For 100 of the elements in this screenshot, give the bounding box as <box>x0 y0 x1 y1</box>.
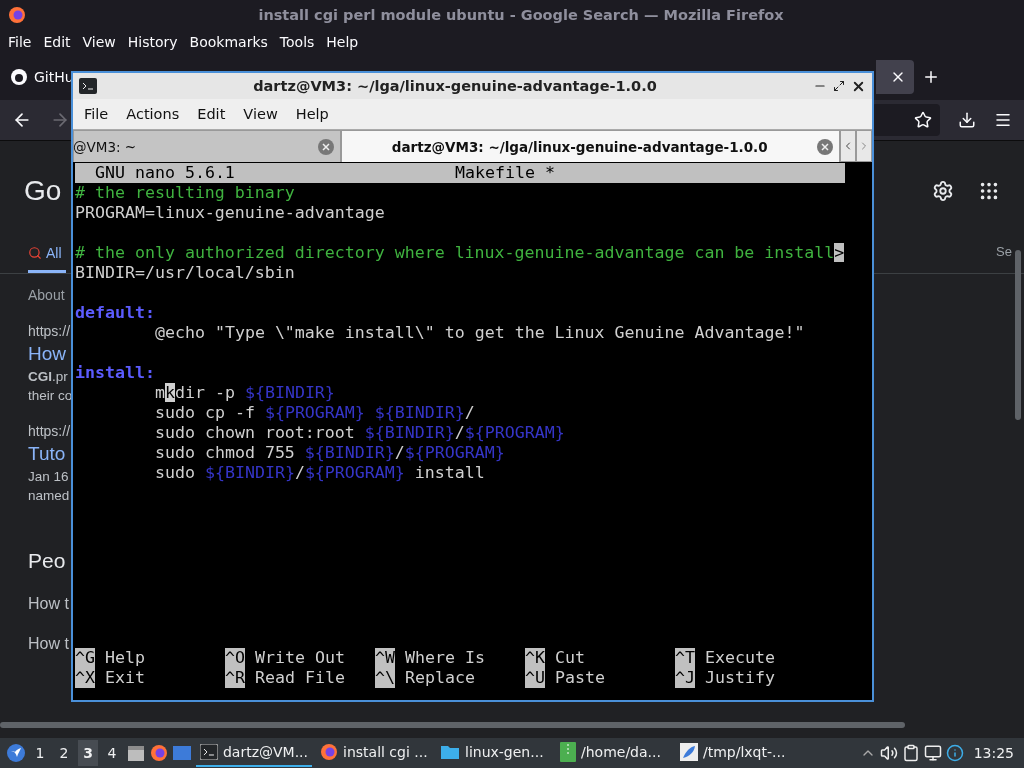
task-button[interactable]: linux-gen... <box>436 739 552 767</box>
shortcut-key: ^X <box>75 668 95 688</box>
menu-item[interactable]: View <box>234 106 287 122</box>
shortcut-label: Paste <box>555 668 605 688</box>
file-name: Makefile * <box>455 163 555 183</box>
result-url: https:// <box>28 323 71 339</box>
shortcut-label: Write Out <box>255 648 345 668</box>
archive-icon <box>560 742 576 762</box>
code-line: sudo chmod 755 ${BINDIR}/${PROGRAM} <box>154 443 505 463</box>
shortcut-key: ^R <box>225 668 245 688</box>
result-snippet: CGI.pr <box>28 369 68 384</box>
firefox-icon <box>320 743 338 761</box>
window-icon[interactable] <box>172 744 192 762</box>
result-snippet: Jan 16 <box>28 469 69 484</box>
logo: Go <box>24 175 62 207</box>
star-icon[interactable] <box>914 111 932 129</box>
menu-item[interactable]: History <box>121 34 184 50</box>
url-field[interactable] <box>872 104 940 136</box>
shortcut-label: Execute <box>705 648 775 668</box>
task-button[interactable]: dartz@VM... <box>196 739 312 767</box>
code-line: sudo cp -f ${PROGRAM} ${BINDIR}/ <box>154 403 475 423</box>
task-button[interactable]: /tmp/lxqt-... <box>676 739 792 767</box>
shortcut-key: ^J <box>675 668 695 688</box>
folder-icon <box>440 744 460 760</box>
code-line: @echo "Type \"make install\" to get the Linux Genuine Advantage!" <box>154 323 805 343</box>
task-button[interactable]: /home/da... <box>556 739 672 767</box>
result-meta: About <box>28 287 65 303</box>
workspace-button[interactable]: 1 <box>30 740 50 766</box>
code-line: install: <box>75 363 155 383</box>
menu-item[interactable]: Edit <box>37 34 77 50</box>
terminal-icon <box>79 78 97 94</box>
shortcut-key: ^G <box>75 648 95 668</box>
shortcut-label: Replace <box>405 668 475 688</box>
new-tab-icon[interactable] <box>922 68 940 86</box>
result-question[interactable]: How t <box>28 635 69 653</box>
result-snippet: named <box>28 488 70 503</box>
shortcut-key: ^K <box>525 648 545 668</box>
apps-grid-icon[interactable] <box>978 180 1000 202</box>
shortcut-key: ^O <box>225 648 245 668</box>
download-icon[interactable] <box>958 111 976 129</box>
start-menu-icon[interactable] <box>6 743 26 763</box>
network-icon[interactable] <box>923 744 942 762</box>
shortcut-key: ^U <box>525 668 545 688</box>
shortcut-label: Cut <box>555 648 585 668</box>
notification-icon[interactable] <box>945 744 964 762</box>
menu-item[interactable]: File <box>75 106 118 122</box>
shortcut-label: Exit <box>105 668 145 688</box>
result-question[interactable]: How t <box>28 595 69 613</box>
result-title[interactable]: Tuto <box>28 443 66 465</box>
code-line: mkdir -p ${BINDIR} <box>154 383 335 403</box>
search-icon <box>28 246 42 260</box>
tab-label[interactable]: Se <box>996 244 1012 273</box>
active-tab[interactable] <box>876 60 914 94</box>
terminal-tab[interactable]: dartz@VM3: ~/lga/linux-genuine-advantage-1.0.0 <box>341 130 841 162</box>
scrollbar-thumb[interactable] <box>1015 250 1021 420</box>
code-line: PROGRAM=linux-genuine-advantage <box>75 203 385 223</box>
code-line: # the resulting binary <box>75 183 295 203</box>
window-title: dartz@VM3: ~/lga/linux-genuine-advantage-1.0.0 <box>252 78 658 94</box>
shortcut-label: Justify <box>705 668 775 688</box>
shortcut-label: Where Is <box>405 648 485 668</box>
search-tab[interactable]: All <box>28 245 66 273</box>
menu-item[interactable]: Tools <box>273 34 321 50</box>
menu-item[interactable]: Edit <box>188 106 235 122</box>
window-title: install cgi perl module ubuntu - Google Search — Mozilla Firefox <box>257 7 785 23</box>
result-title[interactable]: How <box>28 343 66 365</box>
terminal-tab[interactable]: @VM3: ~ <box>73 130 342 162</box>
shortcut-label: Help <box>105 648 145 668</box>
file-cabinet-icon[interactable] <box>126 743 146 763</box>
code-line: sudo ${BINDIR}/${PROGRAM} install <box>154 463 485 483</box>
maximize-icon[interactable] <box>833 80 845 92</box>
code-line: default: <box>75 303 155 323</box>
volume-icon[interactable] <box>879 744 898 762</box>
menu-item[interactable]: Bookmarks <box>183 34 274 50</box>
menu-icon[interactable] <box>994 111 1012 129</box>
terminal-icon <box>200 744 218 760</box>
code-line: # the only authorized directory where linux-genuine-advantage can be install> <box>75 243 845 263</box>
result-heading: Peo <box>28 549 66 573</box>
shortcut-label: Read File <box>255 668 345 688</box>
workspace-button[interactable]: 4 <box>102 740 122 766</box>
clipboard-icon[interactable] <box>901 744 920 762</box>
editor-version: GNU nano 5.6.1 <box>94 163 236 183</box>
firefox-icon <box>150 744 168 762</box>
code-line: sudo chown root:root ${BINDIR}/${PROGRAM} <box>154 423 565 443</box>
clock[interactable]: 13:25 <box>973 745 1018 761</box>
feather-icon <box>680 743 698 761</box>
workspace-button[interactable]: 3 <box>78 740 98 766</box>
shortcut-key: ^W <box>375 648 395 668</box>
task-button[interactable]: install cgi ... <box>316 739 432 767</box>
workspace-button[interactable]: 2 <box>54 740 74 766</box>
shortcut-key: ^\ <box>375 668 395 688</box>
menu-item[interactable]: File <box>2 34 38 50</box>
result-url: https:// <box>28 423 71 439</box>
menu-item[interactable]: View <box>76 34 122 50</box>
menu-item[interactable]: Help <box>286 106 338 122</box>
menu-item[interactable]: Help <box>320 34 365 50</box>
menu-item[interactable]: Actions <box>117 106 189 122</box>
firefox-icon <box>8 6 26 24</box>
scrollbar-thumb[interactable] <box>0 722 905 728</box>
settings-icon[interactable] <box>932 180 954 202</box>
shortcut-key: ^T <box>675 648 695 668</box>
